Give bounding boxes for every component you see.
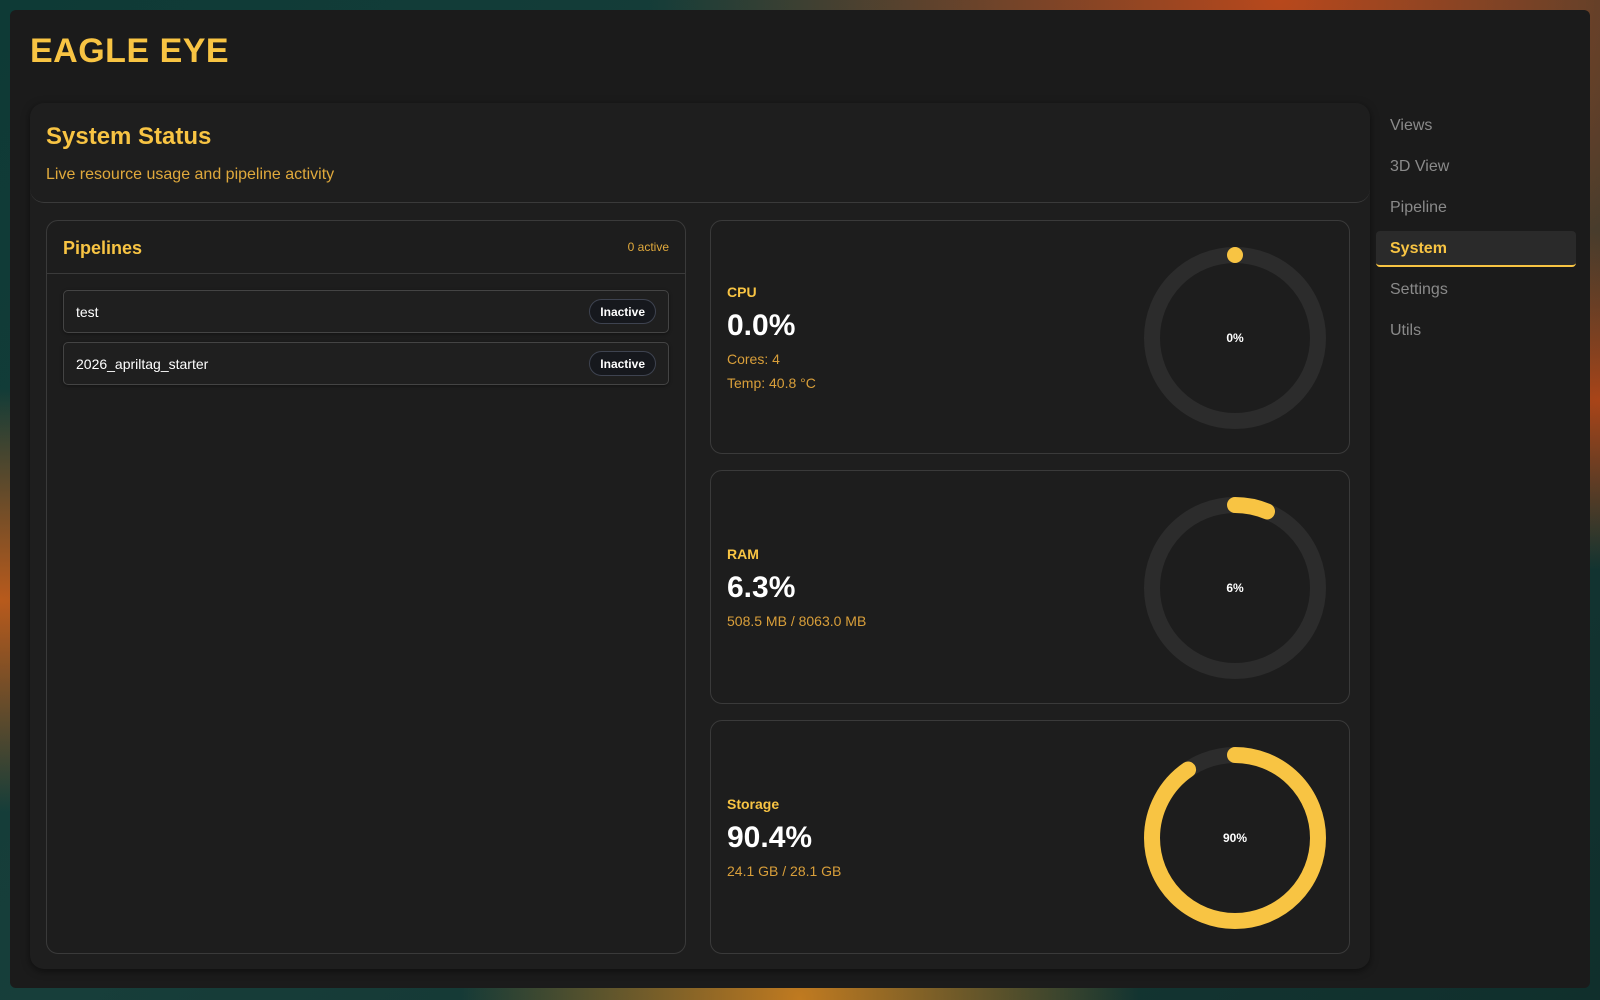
sidebar-item-utils[interactable]: Utils	[1376, 313, 1576, 349]
storage-usage: 24.1 GB / 28.1 GB	[727, 863, 842, 879]
page-subtitle: Live resource usage and pipeline activit…	[46, 166, 335, 183]
system-status-panel: System Status Live resource usage and pi…	[30, 103, 1370, 969]
pipeline-name: test	[76, 304, 99, 320]
app-window: EAGLE EYE System Status Live resource us…	[10, 10, 1590, 988]
ram-gauge-label: 6%	[1226, 581, 1244, 595]
sidebar-item-3d-view[interactable]: 3D View	[1376, 149, 1576, 185]
sidebar-item-settings[interactable]: Settings	[1376, 272, 1576, 308]
page-title: System Status	[46, 123, 212, 150]
pipeline-row[interactable]: test Inactive	[63, 290, 669, 333]
cpu-gauge: 0%	[1143, 246, 1327, 430]
cpu-gauge-label: 0%	[1226, 331, 1244, 345]
ram-gauge: 6%	[1143, 496, 1327, 680]
status-badge: Inactive	[589, 351, 656, 376]
pipelines-header: Pipelines 0 active	[47, 221, 685, 274]
pipelines-title: Pipelines	[63, 238, 143, 258]
sidebar-item-views[interactable]: Views	[1376, 108, 1576, 144]
pipeline-name: 2026_apriltag_starter	[76, 356, 209, 372]
ram-value: 6.3%	[727, 571, 796, 604]
cpu-temp: Temp: 40.8 °C	[727, 375, 816, 391]
cpu-card: CPU 0.0% Cores: 4 Temp: 40.8 °C 0%	[710, 220, 1350, 454]
ram-card: RAM 6.3% 508.5 MB / 8063.0 MB 6%	[710, 470, 1350, 704]
cpu-cores: Cores: 4	[727, 351, 780, 367]
ram-usage: 508.5 MB / 8063.0 MB	[727, 613, 867, 629]
storage-label: Storage	[727, 796, 780, 812]
active-count: 0 active	[627, 240, 669, 254]
sidebar-item-pipeline[interactable]: Pipeline	[1376, 190, 1576, 226]
storage-card: Storage 90.4% 24.1 GB / 28.1 GB 90%	[710, 720, 1350, 954]
cpu-value: 0.0%	[727, 309, 796, 342]
pipelines-card: Pipelines 0 active test Inactive 2026_ap…	[46, 220, 686, 954]
storage-gauge-label: 90%	[1222, 831, 1248, 845]
storage-gauge: 90%	[1143, 746, 1327, 930]
status-header: System Status Live resource usage and pi…	[30, 103, 1370, 203]
storage-value: 90.4%	[727, 821, 813, 854]
cpu-label: CPU	[727, 284, 757, 300]
status-badge: Inactive	[589, 299, 656, 324]
pipeline-row[interactable]: 2026_apriltag_starter Inactive	[63, 342, 669, 385]
sidebar-item-system[interactable]: System	[1376, 231, 1576, 267]
ram-label: RAM	[727, 546, 759, 562]
app-title: EAGLE EYE	[30, 32, 230, 70]
